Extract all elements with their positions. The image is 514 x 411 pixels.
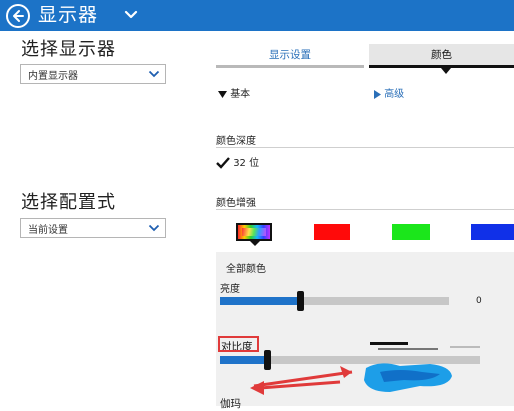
brightness-label: 亮度 (220, 284, 240, 295)
triangle-down-icon (218, 90, 227, 98)
chevron-down-icon (148, 224, 160, 232)
brightness-value: 0 (476, 296, 482, 306)
blur-smudge (370, 342, 480, 350)
color-depth-value: 32 位 (233, 158, 260, 169)
channel-label: 全部颜色 (226, 264, 266, 275)
tab-display-settings-label: 显示设置 (269, 49, 311, 61)
select-monitor-title: 选择显示器 (21, 39, 116, 60)
profile-dropdown-value: 当前设置 (28, 225, 68, 236)
active-tab-pointer (441, 68, 451, 74)
app-title: 显示器 (38, 4, 99, 26)
back-button[interactable] (6, 4, 30, 28)
brightness-slider[interactable] (220, 291, 449, 311)
checkmark-icon (216, 157, 230, 169)
mode-advanced-label: 高级 (384, 89, 405, 100)
monitor-dropdown[interactable]: 内置显示器 (20, 64, 166, 84)
mode-basic[interactable]: 基本 (218, 85, 250, 100)
annotation-arrows (250, 366, 353, 395)
swatch-blue[interactable] (471, 224, 514, 240)
chevron-down-icon (148, 70, 160, 78)
monitor-dropdown-value: 内置显示器 (28, 71, 78, 82)
color-depth-label: 颜色深度 (216, 136, 256, 147)
arrow-left-icon (13, 10, 24, 22)
chevron-down-icon[interactable] (124, 9, 138, 21)
swatch-red[interactable] (314, 224, 350, 240)
blurred-highlight (364, 363, 452, 392)
color-depth-option[interactable]: 32 位 (216, 154, 259, 169)
color-enhance-label: 颜色增强 (216, 198, 256, 209)
tab-color-label: 颜色 (431, 49, 452, 61)
triangle-right-icon (374, 89, 381, 99)
brightness-slider-fill (220, 297, 300, 305)
swatch-all-colors[interactable] (236, 223, 272, 246)
gamma-label: 伽玛 (220, 398, 241, 410)
select-profile-title: 选择配置式 (21, 192, 116, 213)
mode-advanced[interactable]: 高级 (374, 85, 404, 100)
tab-display-settings[interactable]: 显示设置 (216, 44, 364, 68)
profile-dropdown[interactable]: 当前设置 (20, 218, 166, 238)
mode-basic-label: 基本 (230, 89, 251, 100)
tab-color[interactable]: 颜色 (369, 44, 514, 68)
title-bar: 显示器 (0, 0, 514, 31)
swatch-green[interactable] (392, 224, 430, 240)
brightness-slider-thumb[interactable] (297, 291, 304, 311)
